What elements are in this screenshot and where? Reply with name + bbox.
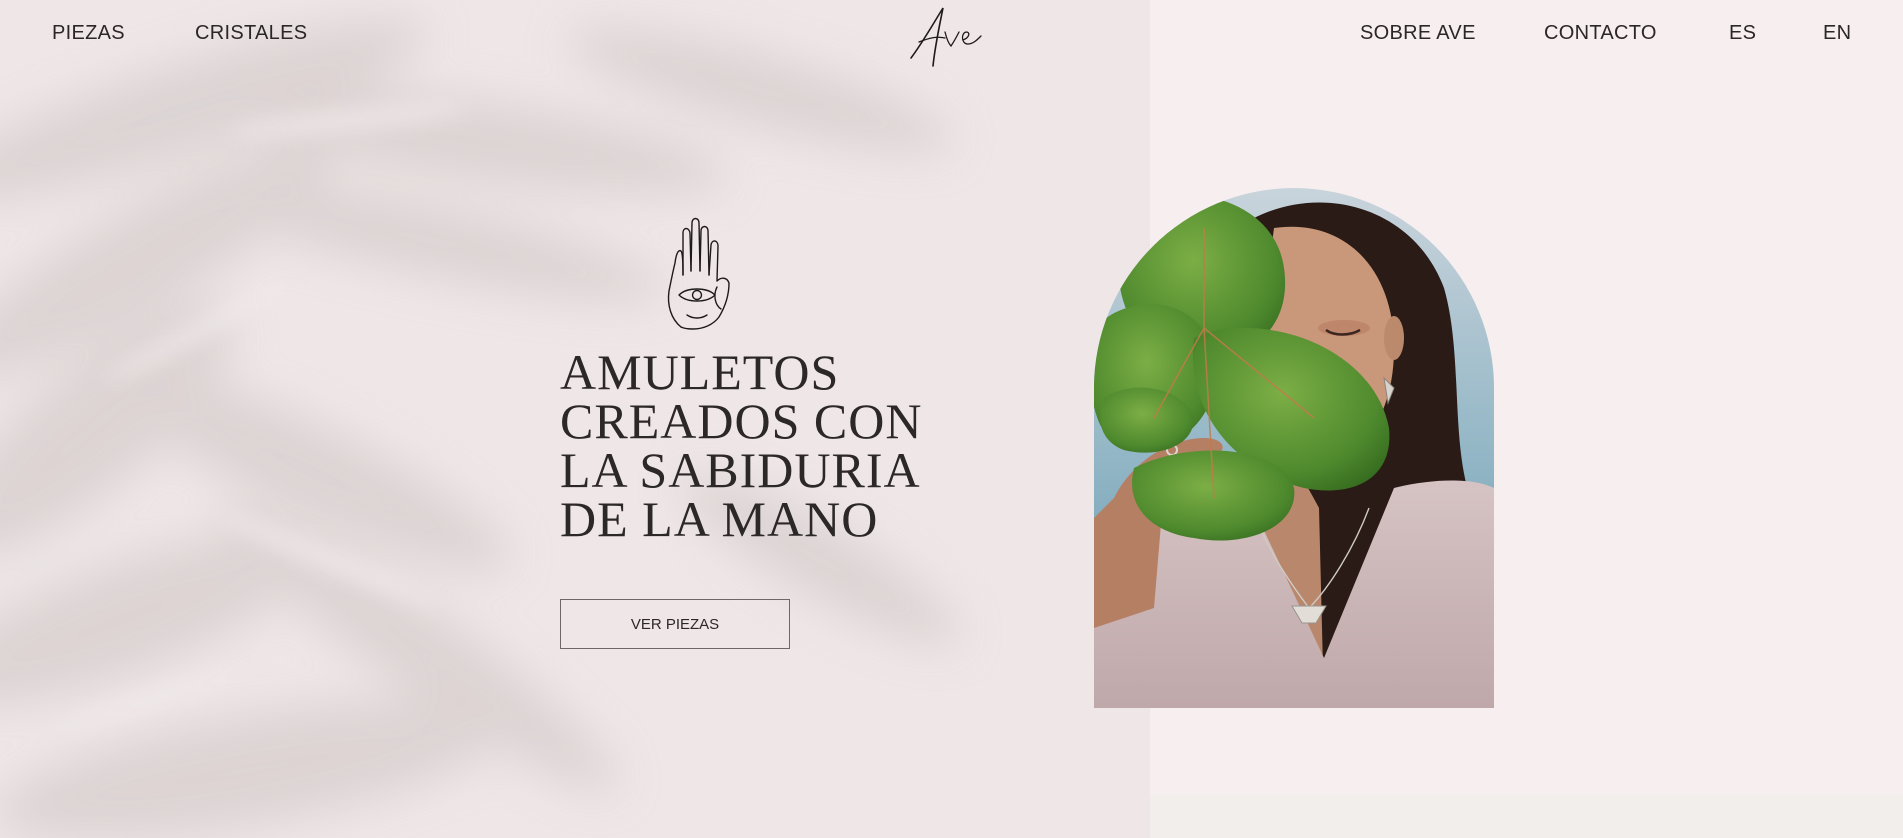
nav-contacto-link[interactable]: CONTACTO xyxy=(1544,22,1657,45)
model-with-leaf-image xyxy=(1094,188,1494,708)
nav-sobre-ave-link[interactable]: SOBRE AVE xyxy=(1360,22,1476,45)
hero-photo xyxy=(1094,188,1494,708)
logo-script-icon xyxy=(910,7,982,67)
footer-strip xyxy=(1150,795,1903,838)
hero-headline: AMULETOS CREADOS CON LA SABIDURIA DE LA … xyxy=(560,344,923,547)
nav-cristales-link[interactable]: CRISTALES xyxy=(195,22,307,45)
nav-piezas-link[interactable]: PIEZAS xyxy=(52,22,125,45)
hamsa-hand-icon xyxy=(667,217,730,330)
ver-piezas-button[interactable]: VER PIEZAS xyxy=(560,599,790,649)
logo[interactable] xyxy=(905,2,995,70)
lang-en-link[interactable]: EN xyxy=(1823,22,1851,45)
lang-es-link[interactable]: ES xyxy=(1729,22,1756,45)
